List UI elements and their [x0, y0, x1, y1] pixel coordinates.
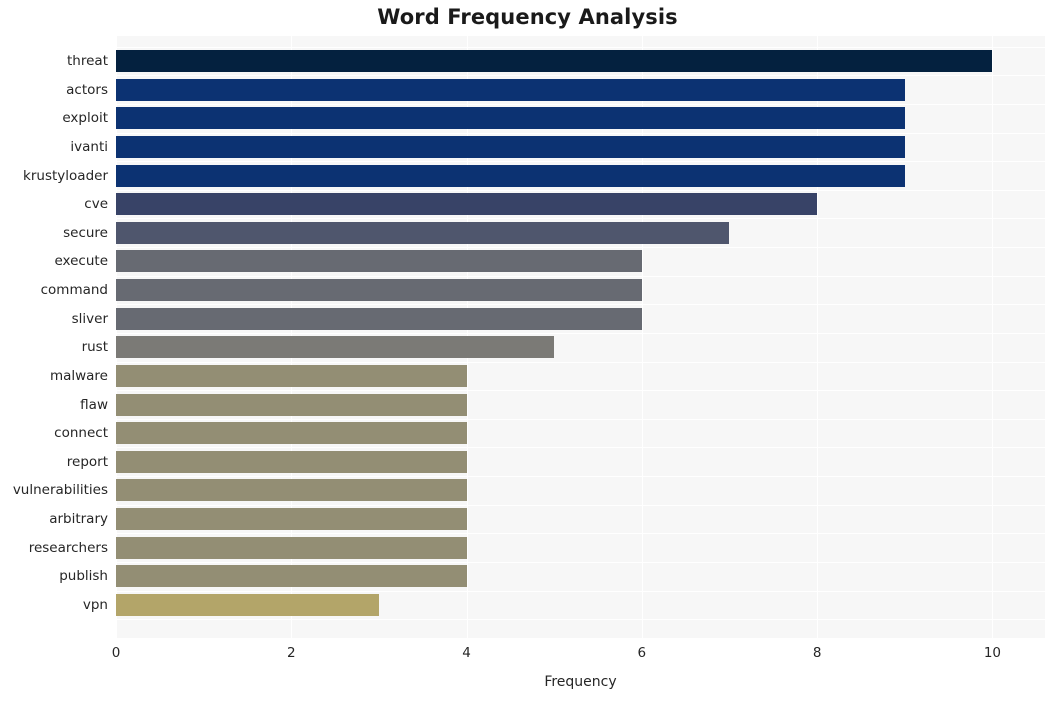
bar	[116, 164, 905, 187]
gridline-horizontal	[116, 189, 1045, 191]
y-axis-tick-label: sliver	[71, 310, 108, 327]
y-axis-tick-label: secure	[63, 224, 108, 241]
bar	[116, 307, 642, 330]
bar	[116, 364, 467, 387]
gridline-vertical	[992, 36, 994, 638]
chart-title: Word Frequency Analysis	[377, 5, 678, 29]
gridline-horizontal	[116, 161, 1045, 163]
y-axis-tick-label: ivanti	[70, 138, 108, 155]
gridline-horizontal	[116, 533, 1045, 535]
bar	[116, 250, 642, 273]
gridline-horizontal	[116, 447, 1045, 449]
y-axis-tick-label: command	[40, 282, 108, 298]
y-axis-tick-label: researchers	[28, 539, 108, 556]
gridline-horizontal	[116, 504, 1045, 506]
bar	[116, 536, 467, 559]
bar	[116, 422, 467, 445]
bar	[116, 450, 467, 473]
y-axis-tick-label: rust	[81, 339, 108, 356]
y-axis-tick-label: execute	[54, 253, 108, 270]
gridline-horizontal	[116, 132, 1045, 134]
bar	[116, 279, 642, 301]
y-axis-tick-label: publish	[59, 568, 108, 585]
y-axis-tick-label: flaw	[80, 396, 108, 413]
gridline-horizontal	[116, 218, 1045, 220]
y-axis-tick-label: krustyloader	[23, 167, 108, 184]
gridline-horizontal	[116, 390, 1045, 392]
x-axis-tick-label: 8	[812, 645, 822, 661]
y-axis-tick-label: exploit	[62, 110, 108, 127]
gridline-horizontal	[116, 103, 1045, 105]
bar	[116, 593, 379, 616]
x-axis-tick-label: 10	[983, 645, 1001, 661]
y-axis-tick-label: malware	[49, 367, 108, 384]
gridline-horizontal	[116, 619, 1045, 621]
plot-area	[116, 36, 1045, 638]
x-axis-tick-label: 0	[111, 645, 121, 661]
bar	[116, 221, 730, 244]
y-axis-tick-label: arbitrary	[49, 511, 108, 527]
gridline-horizontal	[116, 75, 1045, 77]
x-axis-tick-label: 2	[286, 645, 296, 661]
y-axis-tick-labels: threat actors exploit ivanti krustyloader cve…	[0, 36, 108, 638]
gridline-horizontal	[116, 561, 1045, 563]
x-axis-tick-label: 4	[462, 645, 471, 661]
bar	[116, 193, 818, 216]
x-axis-tick-labels: 0 2 4 6 8 10	[0, 645, 1055, 667]
gridline-horizontal	[116, 332, 1045, 334]
chart-figure: Word Frequency Analysis threat actors expl…	[0, 0, 1055, 701]
bar	[116, 565, 467, 588]
bar	[116, 135, 905, 158]
y-axis-tick-label: report	[66, 453, 108, 470]
bar	[116, 78, 905, 101]
y-axis-tick-label: cve	[84, 196, 108, 213]
gridline-horizontal	[116, 247, 1045, 249]
y-axis-tick-label: vulnerabilities	[12, 482, 108, 499]
bar	[116, 107, 905, 130]
bar	[116, 508, 467, 530]
bar	[116, 336, 555, 359]
gridline-horizontal	[116, 304, 1045, 306]
bar	[116, 479, 467, 502]
y-axis-tick-label: connect	[54, 425, 108, 442]
bar	[116, 50, 993, 72]
gridline-horizontal	[116, 476, 1045, 478]
gridline-horizontal	[116, 418, 1045, 420]
y-axis-tick-label: actors	[66, 81, 108, 98]
gridline-horizontal	[116, 275, 1045, 277]
x-axis-tick-label: 6	[637, 645, 647, 661]
y-axis-tick-label: threat	[67, 53, 108, 69]
x-axis-title: Frequency	[544, 674, 617, 690]
gridline-horizontal	[116, 361, 1045, 363]
y-axis-tick-label: vpn	[82, 596, 108, 613]
bar	[116, 393, 467, 416]
gridline-horizontal	[116, 590, 1045, 592]
gridline-horizontal	[116, 46, 1045, 48]
